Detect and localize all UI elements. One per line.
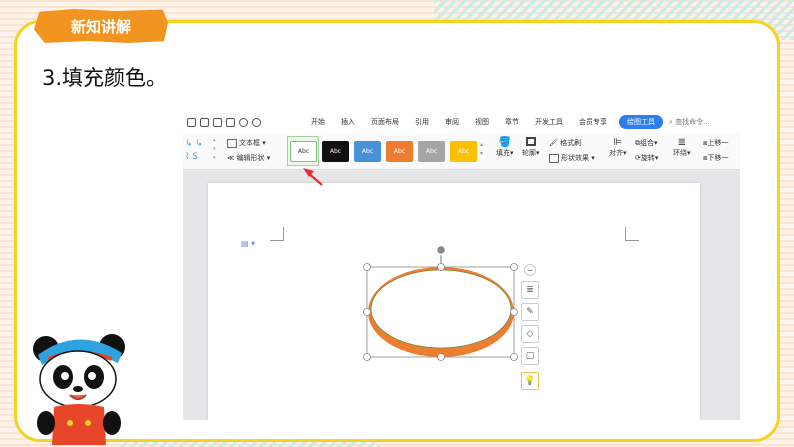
tab-member[interactable]: 会员专享 (571, 117, 615, 127)
outline-color-icon[interactable]: ▢ (521, 347, 539, 365)
fill-label: 填充 (496, 149, 510, 157)
shape-style-orange[interactable]: Abc (386, 141, 413, 162)
edit-shape-button[interactable]: ≪ 编辑形状 ▾ (227, 153, 270, 163)
wrap-label: 环绕 (673, 149, 687, 157)
send-backward-label: 下移一 (707, 154, 729, 162)
text-box-icon (227, 138, 237, 148)
style-sample-text: Abc (457, 148, 470, 155)
align-label: 对齐 (609, 149, 623, 157)
menu-bar: 开始 插入 页面布局 引用 审阅 视图 章节 开发工具 会员专享 绘图工具 ⌕ … (183, 110, 740, 134)
edit-shape-label: 编辑形状 (236, 154, 265, 162)
print-icon[interactable] (213, 117, 222, 127)
style-sample-text: Abc (329, 148, 342, 155)
edit-shape-icon: ≪ (227, 154, 235, 162)
fill-color-icon[interactable]: ◇ (521, 325, 539, 343)
shape-style-blue[interactable]: Abc (354, 141, 381, 162)
tab-developer[interactable]: 开发工具 (527, 117, 571, 127)
command-search-text: 查找命令... (675, 118, 710, 126)
tab-view[interactable]: 视图 (467, 117, 497, 127)
pencil-icon[interactable]: ✎ (521, 303, 539, 321)
group-button[interactable]: ⧉组合▾ (635, 138, 658, 148)
tab-insert[interactable]: 插入 (333, 117, 363, 127)
style-sample-text: Abc (361, 148, 374, 155)
command-search[interactable]: ⌕ 查找命令... (669, 117, 710, 127)
shape-style-white[interactable]: Abc (290, 141, 317, 162)
group-label: 组合 (640, 139, 654, 147)
outline-button[interactable]: 轮廓▾ (522, 137, 540, 158)
rotate-label: 旋转 (640, 154, 655, 162)
lightbulb-icon[interactable]: 💡 (521, 372, 539, 390)
shape-style-black[interactable]: Abc (322, 141, 349, 162)
fill-bucket-icon: 🪣 (498, 137, 511, 148)
style-sample-text: Abc (393, 148, 406, 155)
ribbon-toolbar: ↳ ↳ ⌇ S ▴ ▾ ▾ 文本框 ▾ ≪ 编辑形状 ▾ Abc Abc Abc Ab… (183, 134, 740, 170)
outline-label: 轮廓 (522, 149, 536, 157)
bring-forward-button[interactable]: ⧈上移一 (703, 138, 728, 148)
rotate-button[interactable]: ⟳旋转▾ (635, 153, 658, 163)
document-page[interactable]: ▤ ▾ (208, 183, 700, 420)
wps-window: 开始 插入 页面布局 引用 审阅 视图 章节 开发工具 会员专享 绘图工具 ⌕ … (183, 110, 740, 420)
wrap-icon: ≣ (677, 137, 686, 148)
format-brush-icon: 🖌 (549, 139, 558, 147)
shape-style-yellow[interactable]: Abc (450, 141, 477, 162)
tab-section[interactable]: 章节 (497, 117, 527, 127)
document-area: ▤ ▾ (183, 171, 740, 420)
collapse-icon[interactable]: − (524, 264, 536, 276)
text-box-label: 文本框 (239, 139, 260, 147)
margin-corner-top-left (270, 227, 284, 241)
tab-review[interactable]: 审阅 (437, 117, 467, 127)
text-box-button[interactable]: 文本框 ▾ (227, 138, 266, 148)
shape-scroll-arrows[interactable]: ▴ ▾ ▾ (213, 136, 216, 163)
tab-drawing-tools[interactable]: 绘图工具 (619, 115, 663, 129)
format-brush-button[interactable]: 🖌 格式刷 (549, 138, 581, 148)
undo-icon[interactable] (239, 117, 248, 127)
style-gallery-scroll[interactable]: ▴ ▾ (480, 140, 483, 158)
connector-shapes-icon[interactable]: ↳ ↳ ⌇ S (185, 138, 203, 164)
shape-effect-icon (549, 153, 559, 163)
panda-mascot (33, 334, 125, 445)
section-badge: 新知讲解 (34, 9, 168, 43)
search-icon: ⌕ (669, 118, 673, 126)
redo-icon[interactable] (252, 117, 261, 127)
outline-icon (522, 137, 540, 148)
shape-effect-button[interactable]: 形状效果 ▾ (549, 153, 595, 163)
print-preview-icon[interactable] (200, 117, 209, 127)
send-backward-button[interactable]: ⧈下移一 (703, 153, 728, 163)
paragraph-handle-icon[interactable]: ▤ ▾ (241, 239, 255, 248)
tab-home[interactable]: 开始 (303, 117, 333, 127)
wrap-button[interactable]: ≣ 环绕▾ (673, 137, 691, 158)
tab-references[interactable]: 引用 (407, 117, 437, 127)
margin-corner-top-right (625, 227, 639, 241)
style-sample-text: Abc (425, 148, 438, 155)
align-button[interactable]: ⊫ 对齐▾ (609, 137, 627, 158)
save-icon[interactable] (187, 117, 196, 127)
shape-style-gray[interactable]: Abc (418, 141, 445, 162)
quick-access-toolbar (183, 117, 303, 127)
page-heading: 3.填充颜色。 (42, 66, 168, 90)
layout-options-icon[interactable]: ≣ (521, 281, 539, 299)
bring-forward-label: 上移一 (707, 139, 729, 147)
shape-effect-label: 形状效果 (561, 154, 589, 162)
tab-page-layout[interactable]: 页面布局 (363, 117, 407, 127)
export-icon[interactable] (226, 117, 235, 127)
align-icon: ⊫ (613, 137, 623, 148)
fill-button[interactable]: 🪣 填充▾ (496, 137, 514, 158)
style-sample-text: Abc (297, 148, 310, 155)
format-brush-label: 格式刷 (560, 139, 582, 147)
